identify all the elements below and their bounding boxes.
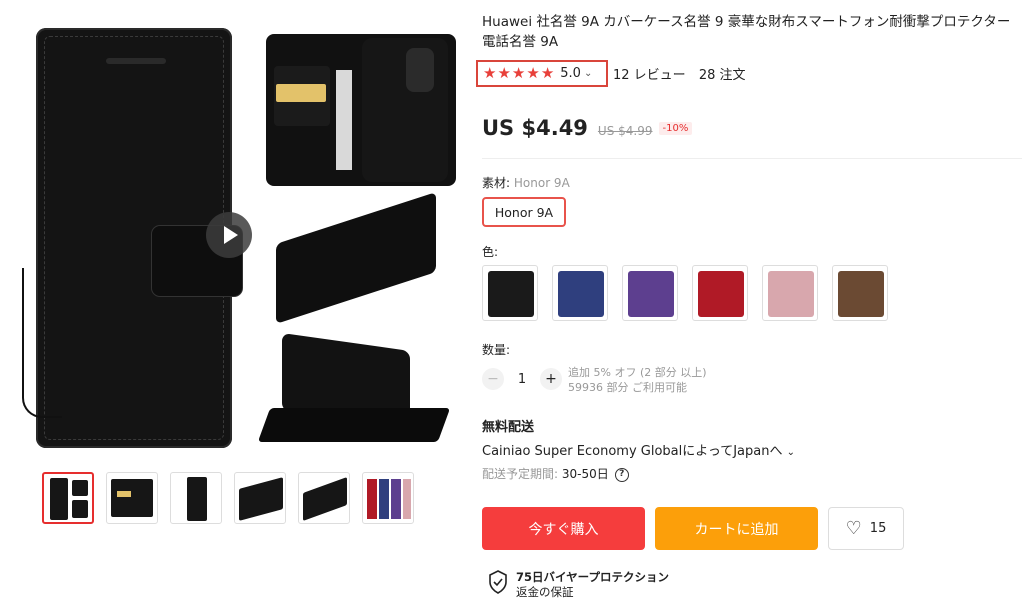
color-swatches	[482, 265, 888, 321]
chevron-down-icon: ⌄	[786, 447, 795, 458]
delivery-days: 30-50日	[561, 467, 609, 481]
shield-check-icon	[489, 570, 507, 594]
thumbnail-4[interactable]	[234, 472, 286, 524]
thumbnail-5[interactable]	[298, 472, 350, 524]
material-selected: Honor 9A	[513, 176, 570, 190]
wallet-case-front-image	[36, 28, 242, 448]
bulk-discount-note: 追加 5% オフ (2 部分 以上)	[568, 366, 707, 379]
star-icon: ★	[511, 64, 526, 82]
color-swatch-purple[interactable]	[622, 265, 678, 321]
buyer-protection: 75日バイヤープロテクション 返金の保証	[488, 570, 669, 600]
rating-summary[interactable]: ★ ★ ★ ★ ★ 5.0 ⌄	[476, 60, 608, 87]
protection-subtitle: 返金の保証	[516, 585, 574, 599]
order-count: 28 注文	[698, 68, 746, 83]
color-swatch-red[interactable]	[692, 265, 748, 321]
original-price: US $4.99	[597, 124, 653, 138]
thumbnail-2[interactable]	[106, 472, 158, 524]
quantity-value[interactable]: 1	[504, 372, 540, 387]
quantity-label: 数量:	[482, 343, 511, 357]
quantity-minus-button[interactable]: −	[482, 368, 504, 390]
product-gallery	[0, 0, 468, 607]
shipping-method[interactable]: Cainiao Super Economy GlobalによってJapanへ ⌄	[482, 440, 795, 459]
quantity-info: 追加 5% オフ (2 部分 以上) 59936 部分 ご利用可能	[568, 365, 707, 395]
color-swatch-pink[interactable]	[762, 265, 818, 321]
star-icon: ★	[526, 64, 540, 82]
wrist-strap	[22, 268, 62, 418]
wallet-case-open-image	[266, 34, 456, 186]
color-swatch-brown[interactable]	[832, 265, 888, 321]
thumbnail-1[interactable]	[42, 472, 94, 524]
price-row: US $4.49 US $4.99 -10%	[482, 116, 693, 140]
wishlist-button[interactable]: ♡ 15	[828, 507, 904, 550]
thumbnail-6[interactable]	[362, 472, 414, 524]
protection-title: 75日バイヤープロテクション	[516, 570, 669, 584]
heart-icon: ♡	[845, 518, 862, 539]
add-to-cart-button[interactable]: カートに追加	[655, 507, 818, 550]
material-label: 素材: Honor 9A	[482, 176, 570, 190]
current-price: US $4.49	[482, 116, 588, 140]
star-icon: ★	[540, 64, 555, 82]
product-info: Huawei 社名誉 9A カバーケース名誉 9 豪華な財布スマートフォン耐衝撃…	[476, 0, 1022, 607]
shipping-heading: 無料配送	[482, 420, 535, 435]
delivery-estimate: 配送予定期間: 30-50日?	[482, 465, 629, 482]
play-video-button[interactable]	[206, 212, 252, 258]
play-icon	[224, 226, 238, 244]
color-swatch-black[interactable]	[482, 265, 538, 321]
star-icon: ★	[497, 64, 511, 82]
color-label: 色:	[482, 245, 499, 259]
help-icon[interactable]: ?	[614, 467, 629, 482]
material-option-honor-9a[interactable]: Honor 9A	[482, 197, 566, 227]
stock-available: 59936 部分 ご利用可能	[568, 381, 687, 394]
rating-value: 5.0	[560, 66, 581, 81]
star-icon: ★	[483, 64, 497, 82]
chevron-down-icon: ⌄	[583, 68, 593, 79]
thumbnail-3[interactable]	[170, 472, 222, 524]
quantity-plus-button[interactable]: +	[540, 368, 562, 390]
wallet-case-stand-image	[257, 333, 451, 456]
color-swatch-navy[interactable]	[552, 265, 608, 321]
wishlist-count: 15	[869, 521, 887, 536]
buy-now-button[interactable]: 今すぐ購入	[482, 507, 645, 550]
thumbnail-strip	[42, 472, 414, 524]
quantity-stepper: − 1 +	[482, 368, 562, 390]
wallet-case-closed-image	[266, 192, 446, 324]
review-meta: 12 レビュー 28 注文	[613, 64, 755, 83]
divider	[482, 158, 1022, 159]
discount-badge: -10%	[658, 121, 693, 135]
product-title: Huawei 社名誉 9A カバーケース名誉 9 豪華な財布スマートフォン耐衝撃…	[482, 14, 1011, 50]
review-count-link[interactable]: 12 レビュー	[613, 68, 686, 83]
